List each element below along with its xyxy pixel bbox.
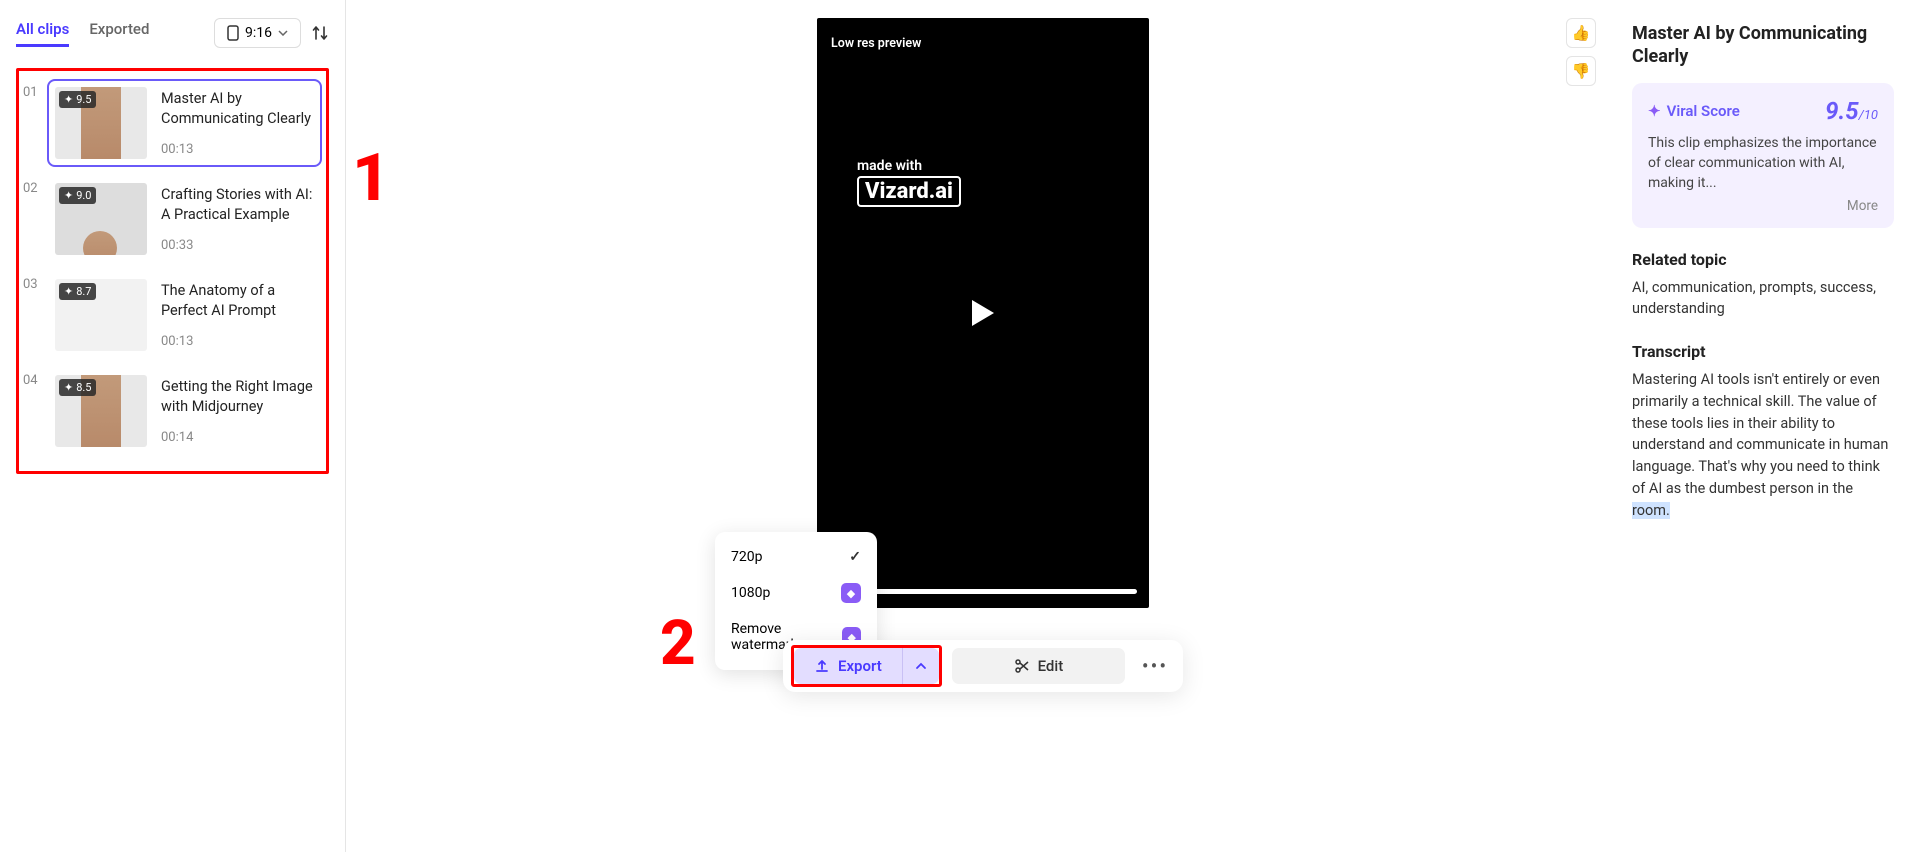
left-panel: All clips Exported 9:16 01 [0,0,346,852]
viral-score-text: Viral Score [1667,102,1740,120]
score-value: 9.0 [76,189,91,202]
clip-duration: 00:14 [161,430,314,445]
clip-card[interactable]: ✦ 9.0 Crafting Stories with AI: A Practi… [47,175,322,263]
aspect-ratio-select[interactable]: 9:16 [214,18,301,48]
premium-icon: ◆ [841,583,861,603]
viral-score-body: This clip emphasizes the importance of c… [1648,133,1878,194]
clip-duration: 00:33 [161,238,314,253]
play-button[interactable] [970,298,996,328]
phone-icon [227,25,239,41]
thumbs-up-button[interactable]: 👍 [1566,18,1596,48]
tabs-row: All clips Exported 9:16 [16,18,329,48]
clip-index: 04 [23,367,39,388]
aspect-value: 9:16 [245,25,272,41]
clip-meta: Master AI by Communicating Clearly 00:13 [161,87,314,159]
related-topic-heading: Related topic [1632,250,1894,269]
center-panel: Low res preview made with Vizard.ai 👍 👎 … [346,0,1620,852]
clip-thumbnail: ✦ 9.5 [55,87,147,159]
clip-card[interactable]: ✦ 8.7 The Anatomy of a Perfect AI Prompt… [47,271,322,359]
sparkle-icon: ✦ [1648,102,1661,120]
export-chevron-button[interactable] [902,648,939,684]
score-value: 8.7 [76,285,91,298]
clip-row: 03 ✦ 8.7 The Anatomy of a Perfect AI Pro… [23,267,322,363]
sparkle-icon: ✦ [64,93,73,106]
watermark: made with Vizard.ai [857,158,961,207]
clip-meta: Crafting Stories with AI: A Practical Ex… [161,183,314,255]
clip-card[interactable]: ✦ 8.5 Getting the Right Image with Midjo… [47,367,322,455]
right-panel: Master AI by Communicating Clearly ✦ Vir… [1620,0,1920,852]
more-button[interactable]: ••• [1135,654,1175,678]
tab-all-clips[interactable]: All clips [16,20,69,47]
viral-score-card: ✦ Viral Score 9.5/10 This clip emphasize… [1632,83,1894,228]
viral-score-denominator: /10 [1859,108,1878,123]
scissors-icon [1014,658,1030,674]
export-option-1080p[interactable]: 1080p ◆ [721,574,871,612]
transcript-highlight: room. [1632,502,1670,519]
low-res-label: Low res preview [831,36,921,51]
export-option-label: 1080p [731,585,770,601]
score-value: 8.5 [76,381,91,394]
score-value: 9.5 [76,93,91,106]
check-icon: ✓ [849,549,861,565]
viral-score-header: ✦ Viral Score 9.5/10 [1648,97,1878,125]
clip-meta: The Anatomy of a Perfect AI Prompt 00:13 [161,279,314,351]
tabs: All clips Exported [16,20,149,47]
clip-title: Getting the Right Image with Midjourney [161,377,314,416]
export-label: Export [838,657,882,675]
clip-row: 01 ✦ 9.5 Master AI by Communicating Clea… [23,75,322,171]
related-topic-text: AI, communication, prompts, success, und… [1632,277,1894,321]
annotation-number-2: 2 [660,607,696,680]
clip-thumbnail: ✦ 8.7 [55,279,147,351]
sort-icon[interactable] [311,24,329,42]
more-link[interactable]: More [1648,198,1878,214]
export-annotation-box: Export [791,645,942,687]
tab-exported[interactable]: Exported [89,20,149,47]
clip-card[interactable]: ✦ 9.5 Master AI by Communicating Clearly… [47,79,322,167]
score-badge: ✦ 9.5 [59,91,96,108]
clips-list-annotation-box: 01 ✦ 9.5 Master AI by Communicating Clea… [16,68,329,474]
edit-button[interactable]: Edit [952,648,1125,684]
chevron-down-icon [278,30,288,36]
sparkle-icon: ✦ [64,189,73,202]
score-badge: ✦ 8.5 [59,379,96,396]
action-bar: Export Edit ••• [783,640,1183,692]
clip-duration: 00:13 [161,334,314,349]
sparkle-icon: ✦ [64,285,73,298]
score-badge: ✦ 8.7 [59,283,96,300]
watermark-brand: Vizard.ai [857,176,961,207]
watermark-text: made with [857,158,961,174]
export-option-720p[interactable]: 720p ✓ [721,540,871,574]
transcript-heading: Transcript [1632,342,1894,361]
video-preview[interactable]: Low res preview made with Vizard.ai [817,18,1149,608]
viral-score-label: ✦ Viral Score [1648,102,1740,120]
clip-row: 04 ✦ 8.5 Getting the Right Image with Mi… [23,363,322,459]
clip-thumbnail: ✦ 9.0 [55,183,147,255]
clip-thumbnail: ✦ 8.5 [55,375,147,447]
aspect-sort: 9:16 [214,18,329,48]
thumbs-down-button[interactable]: 👎 [1566,56,1596,86]
feedback-buttons: 👍 👎 [1566,18,1596,86]
viral-score-number: 9.5 [1825,97,1858,125]
clip-meta: Getting the Right Image with Midjourney … [161,375,314,447]
clip-title: The Anatomy of a Perfect AI Prompt [161,281,314,320]
clip-title: Crafting Stories with AI: A Practical Ex… [161,185,314,224]
sparkle-icon: ✦ [64,381,73,394]
score-badge: ✦ 9.0 [59,187,96,204]
export-button[interactable]: Export [794,648,902,684]
transcript-body: Mastering AI tools isn't entirely or eve… [1632,371,1888,497]
clip-row: 02 ✦ 9.0 Crafting Stories with AI: A Pra… [23,171,322,267]
clip-index: 03 [23,271,39,292]
export-option-label: 720p [731,549,762,565]
transcript-text: Mastering AI tools isn't entirely or eve… [1632,369,1894,521]
viral-score-value: 9.5/10 [1825,97,1878,125]
upload-icon [814,658,830,674]
clip-detail-title: Master AI by Communicating Clearly [1632,22,1894,69]
clip-index: 01 [23,79,39,100]
edit-label: Edit [1038,657,1064,675]
clip-title: Master AI by Communicating Clearly [161,89,314,128]
clip-duration: 00:13 [161,142,314,157]
clip-index: 02 [23,175,39,196]
